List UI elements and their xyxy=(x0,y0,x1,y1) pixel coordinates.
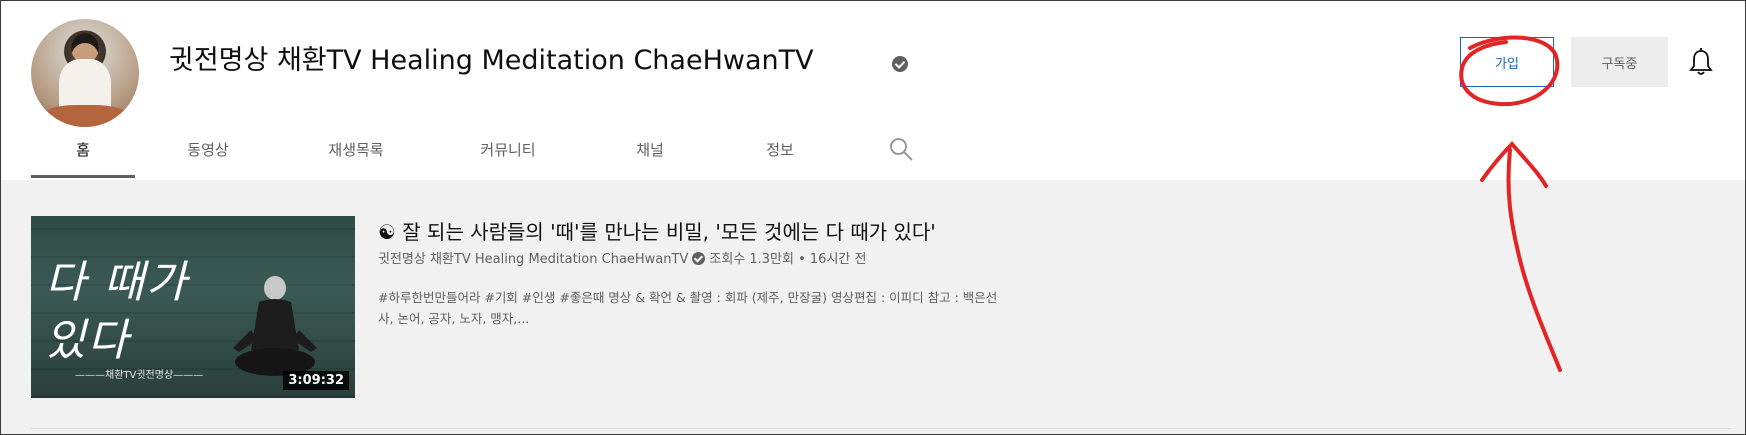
tab-playlists[interactable]: 재생목록 xyxy=(296,120,416,178)
section-divider xyxy=(31,428,1731,429)
verified-check-icon xyxy=(892,56,908,72)
description-line-1: #하루한번만들어라 #기회 #인생 #좋은때 명상 & 확언 & 촬영 : 회파… xyxy=(378,290,998,305)
thumbnail-text-line1: 다 때가 xyxy=(45,257,189,308)
video-thumbnail[interactable]: 다 때가 있다 ———채환TV귓전명상——— 3:09:32 xyxy=(31,216,355,398)
video-views: 조회수 1.3만회 xyxy=(709,252,794,267)
channel-avatar[interactable] xyxy=(31,19,139,127)
channel-header: 귓전명상 채환TV Healing Meditation ChaeHwanTV … xyxy=(1,1,1745,180)
search-icon[interactable] xyxy=(888,136,914,162)
tab-channels[interactable]: 채널 xyxy=(600,120,700,178)
video-channel-name[interactable]: 귓전명상 채환TV Healing Meditation ChaeHwanTV xyxy=(378,252,688,267)
video-title[interactable]: ☯ 잘 되는 사람들의 '때'를 만나는 비밀, '모든 것에는 다 때가 있다… xyxy=(378,218,936,246)
tab-community[interactable]: 커뮤니티 xyxy=(448,120,568,178)
video-duration: 3:09:32 xyxy=(283,371,349,390)
subscribed-button[interactable]: 구독중 xyxy=(1571,37,1668,87)
tab-home[interactable]: 홈 xyxy=(31,120,135,178)
notification-bell-icon[interactable] xyxy=(1688,47,1714,77)
description-line-2: 사, 논어, 공자, 노자, 맹자,... xyxy=(378,311,530,326)
tab-videos[interactable]: 동영상 xyxy=(156,120,260,178)
video-description: #하루한번만들어라 #기회 #인생 #좋은때 명상 & 확언 & 촬영 : 회파… xyxy=(378,287,1178,329)
join-button[interactable]: 가입 xyxy=(1460,37,1554,87)
video-meta: 귓전명상 채환TV Healing Meditation ChaeHwanTV 조… xyxy=(378,250,866,270)
thumbnail-tag: ———채환TV귓전명상——— xyxy=(75,370,204,381)
thumbnail-text-line2: 있다 xyxy=(45,315,130,366)
video-age: 16시간 전 xyxy=(809,252,867,267)
tab-about[interactable]: 정보 xyxy=(730,120,830,178)
channel-title: 귓전명상 채환TV Healing Meditation ChaeHwanTV xyxy=(169,45,814,76)
verified-check-icon xyxy=(692,252,706,265)
meta-separator: • xyxy=(793,252,810,267)
meditating-figure-image xyxy=(233,276,317,376)
